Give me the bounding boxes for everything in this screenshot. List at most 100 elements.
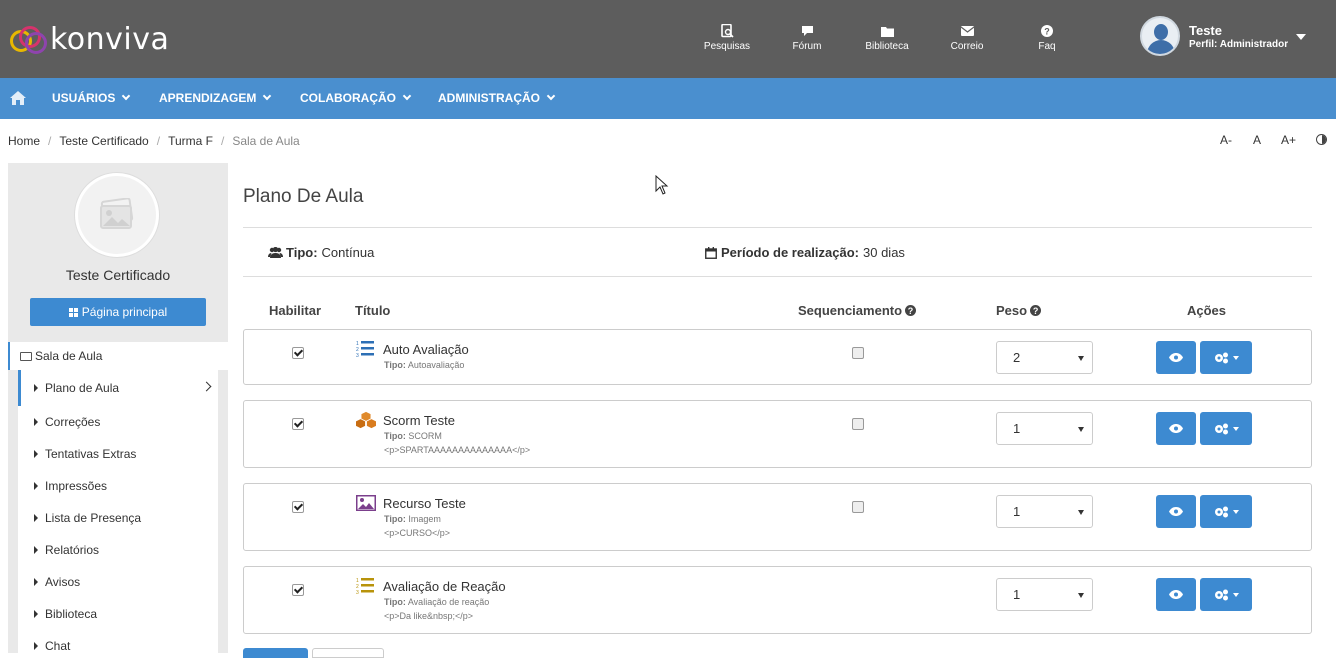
enable-checkbox[interactable]	[292, 501, 304, 513]
topnav-label: Faq	[1038, 41, 1056, 52]
sequence-checkbox[interactable]	[852, 501, 864, 513]
image-icon	[356, 495, 376, 511]
home-icon[interactable]	[10, 91, 26, 105]
sidebar-item-label: Sala de Aula	[35, 349, 103, 363]
sidebar-item-label: Biblioteca	[45, 607, 98, 621]
menu-usuarios[interactable]: USUÁRIOS	[52, 91, 131, 105]
sidebar-item-sala-de-aula[interactable]: Sala de Aula	[8, 342, 228, 370]
enable-checkbox[interactable]	[292, 347, 304, 359]
calendar-icon	[705, 246, 717, 259]
sidebar-item-label: Relatórios	[45, 543, 100, 557]
avatar	[1140, 16, 1180, 56]
sidebar-item-correcoes[interactable]: Correções	[18, 406, 218, 438]
cancel-button[interactable]	[312, 648, 384, 658]
col-acoes: Ações	[1187, 303, 1227, 318]
table-row: 123 Auto Avaliação Tipo: Autoavaliação 2	[243, 329, 1312, 385]
gears-icon	[1214, 352, 1228, 363]
breadcrumb-home[interactable]: Home	[8, 134, 40, 148]
list-numbered-icon: 123	[356, 341, 374, 358]
list-numbered-gold-icon: 123	[356, 578, 374, 595]
chevron-down-icon[interactable]	[1296, 34, 1306, 40]
settings-dropdown-button[interactable]	[1200, 495, 1252, 528]
topnav-forum[interactable]: Fórum	[772, 24, 842, 52]
enable-checkbox[interactable]	[292, 418, 304, 430]
row-title: Scorm Teste	[383, 413, 456, 428]
topnav-pesquisas[interactable]: Pesquisas	[692, 24, 762, 52]
settings-dropdown-button[interactable]	[1200, 412, 1252, 445]
sidebar-item-label: Impressões	[45, 479, 108, 493]
peso-value: 2	[1013, 350, 1021, 365]
caret-right-icon	[34, 384, 38, 392]
settings-dropdown-button[interactable]	[1200, 578, 1252, 611]
menu-aprendizagem[interactable]: APRENDIZAGEM	[159, 91, 272, 105]
row-type-value: Avaliação de reação	[407, 597, 490, 607]
caret-right-icon	[34, 578, 38, 586]
sidebar-item-avisos[interactable]: Avisos	[18, 566, 218, 598]
contrast-icon[interactable]	[1316, 134, 1327, 145]
topnav-correio[interactable]: Correio	[932, 24, 1002, 52]
help-icon[interactable]: ?	[905, 305, 917, 316]
col-titulo: Título	[355, 303, 391, 318]
course-image	[75, 173, 159, 257]
save-button[interactable]	[243, 648, 308, 658]
chevron-down-icon	[402, 91, 412, 101]
user-name: Teste	[1189, 22, 1222, 38]
sidebar-item-lista-de-presenca[interactable]: Lista de Presença	[18, 502, 218, 534]
sidebar-item-relatorios[interactable]: Relatórios	[18, 534, 218, 566]
topnav-label: Fórum	[792, 41, 822, 52]
enable-checkbox[interactable]	[292, 584, 304, 596]
tipo-value: Contínua	[321, 245, 375, 260]
breadcrumb-class[interactable]: Turma F	[168, 134, 213, 148]
users-icon	[268, 247, 283, 258]
font-increase-button[interactable]: A+	[1281, 133, 1296, 147]
caret-right-icon	[34, 482, 38, 490]
breadcrumb-course[interactable]: Teste Certificado	[59, 134, 148, 148]
menu-label: ADMINISTRAÇÃO	[438, 91, 540, 105]
view-button[interactable]	[1156, 495, 1196, 528]
view-button[interactable]	[1156, 412, 1196, 445]
caret-right-icon	[34, 514, 38, 522]
peso-select[interactable]: 2	[996, 341, 1093, 374]
col-peso-label: Peso	[996, 303, 1028, 318]
main-page-button[interactable]: Página principal	[30, 298, 206, 326]
help-icon[interactable]: ?	[1030, 305, 1042, 316]
sequence-checkbox[interactable]	[852, 418, 864, 430]
sidebar-item-impressoes[interactable]: Impressões	[18, 470, 218, 502]
peso-select[interactable]: 1	[996, 578, 1093, 611]
row-title: Recurso Teste	[383, 496, 466, 511]
sidebar-item-tentativas-extras[interactable]: Tentativas Extras	[18, 438, 218, 470]
table-row: 123 Avaliação de Reação Tipo: Avaliação …	[243, 566, 1312, 634]
caret-right-icon	[34, 642, 38, 650]
menu-colaboracao[interactable]: COLABORAÇÃO	[300, 91, 412, 105]
view-button[interactable]	[1156, 578, 1196, 611]
cubes-icon	[356, 411, 376, 429]
sidebar-item-chat[interactable]: Chat	[18, 630, 218, 662]
konviva-logo[interactable]: konviva	[10, 22, 169, 57]
row-type: Tipo: Avaliação de reação	[384, 597, 489, 607]
topnav-faq[interactable]: ? Faq	[1012, 24, 1082, 52]
row-type-label: Tipo:	[384, 360, 406, 370]
user-profile: Perfil: Administrador	[1189, 38, 1289, 50]
font-decrease-button[interactable]: A-	[1220, 133, 1232, 147]
search-doc-icon	[720, 24, 734, 38]
menu-label: APRENDIZAGEM	[159, 91, 257, 105]
chevron-down-icon	[1232, 509, 1239, 514]
user-menu[interactable]: Teste Perfil: Administrador	[1140, 16, 1288, 56]
settings-dropdown-button[interactable]	[1200, 341, 1252, 374]
topnav-biblioteca[interactable]: Biblioteca	[852, 24, 922, 52]
sidebar-item-biblioteca[interactable]: Biblioteca	[18, 598, 218, 630]
peso-select[interactable]: 1	[996, 412, 1093, 445]
row-description: <p>CURSO</p>	[384, 528, 451, 538]
caret-down-icon	[1078, 510, 1084, 515]
eye-icon	[1169, 424, 1183, 433]
col-sequenciamento-label: Sequenciamento	[798, 303, 903, 318]
sequence-checkbox[interactable]	[852, 347, 864, 359]
font-reset-button[interactable]: A	[1253, 133, 1261, 147]
divider	[243, 227, 1312, 228]
row-type: Tipo: Imagem	[384, 514, 441, 524]
view-button[interactable]	[1156, 341, 1196, 374]
menu-administracao[interactable]: ADMINISTRAÇÃO	[438, 91, 556, 105]
sidebar-item-plano-de-aula[interactable]: Plano de Aula	[18, 370, 218, 406]
peso-select[interactable]: 1	[996, 495, 1093, 528]
main-menu: USUÁRIOS APRENDIZAGEM COLABORAÇÃO ADMINI…	[0, 78, 1336, 119]
